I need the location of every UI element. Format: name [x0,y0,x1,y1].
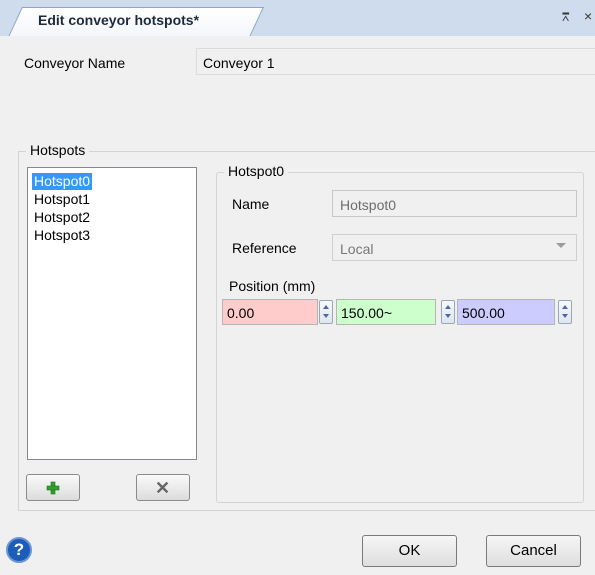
list-item-hotspot0[interactable]: Hotspot0 [32,173,93,190]
ok-button[interactable]: OK [362,535,457,567]
add-hotspot-button[interactable] [26,474,80,501]
remove-hotspot-button[interactable]: ✕ [136,474,190,501]
hotspot-detail-group [216,172,584,503]
position-z-field[interactable]: 500.00 [457,299,555,325]
list-item-hotspot3[interactable]: Hotspot3 [32,227,92,244]
conveyor-name-value[interactable]: Conveyor 1 [203,55,275,71]
position-y-value[interactable]: 150.00~ [341,305,392,321]
position-y-spinner[interactable] [441,300,455,324]
help-icon[interactable]: ? [6,537,32,563]
position-label: Position (mm) [229,278,316,294]
position-x-value[interactable]: 0.00 [227,305,254,321]
hotspots-group-label: Hotspots [26,142,90,158]
close-icon[interactable]: × [584,8,592,24]
list-item-hotspot1[interactable]: Hotspot1 [32,191,92,208]
x-icon: ✕ [155,478,171,498]
position-z-value[interactable]: 500.00 [462,305,505,321]
reference-value[interactable]: Local [340,241,373,257]
hotspot-name-value[interactable]: Hotspot0 [340,197,396,213]
conveyor-name-label: Conveyor Name [24,55,126,71]
chevron-down-icon[interactable] [556,243,566,248]
hotspot-name-label: Name [232,196,270,212]
hotspot-list[interactable]: Hotspot0 Hotspot1 Hotspot2 Hotspot3 [27,167,197,460]
reference-label: Reference [232,240,297,256]
list-item-hotspot2[interactable]: Hotspot2 [32,209,92,226]
plus-icon [46,481,60,495]
hotspot-detail-group-label: Hotspot0 [224,163,289,179]
cancel-button[interactable]: Cancel [486,535,581,567]
pin-icon[interactable]: ⩞ [562,10,569,25]
position-y-field[interactable]: 150.00~ [336,299,436,325]
position-x-field[interactable]: 0.00 [222,299,318,325]
position-z-spinner[interactable] [558,300,572,324]
tab-title[interactable]: Edit conveyor hotspots* [38,12,199,28]
position-x-spinner[interactable] [319,300,333,324]
